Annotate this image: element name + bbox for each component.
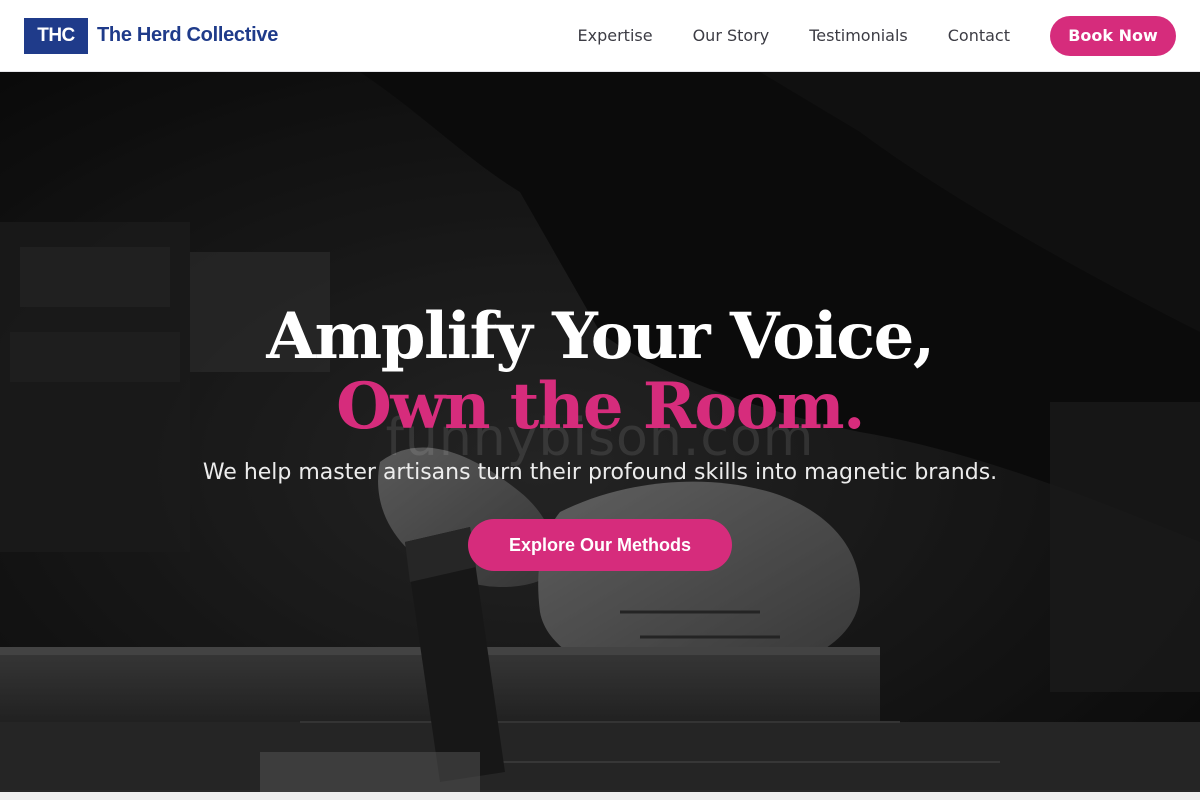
hero-title: Amplify Your Voice, Own the Room. [0, 302, 1200, 442]
hero-subtitle: We help master artisans turn their profo… [202, 460, 998, 485]
site-header: THC The Herd Collective Expertise Our St… [0, 0, 1200, 72]
hero-content: Amplify Your Voice, Own the Room. We hel… [0, 302, 1200, 571]
explore-methods-button[interactable]: Explore Our Methods [468, 519, 732, 571]
logo-badge[interactable]: THC [24, 17, 88, 54]
nav-link-expertise[interactable]: Expertise [578, 26, 653, 45]
book-now-button[interactable]: Book Now [1050, 15, 1176, 56]
brand-name[interactable]: The Herd Collective [97, 24, 278, 47]
hero-section: funnybison.com Amplify Your Voice, Own t… [0, 72, 1200, 792]
nav-link-our-story[interactable]: Our Story [693, 26, 770, 45]
nav-link-testimonials[interactable]: Testimonials [809, 26, 908, 45]
nav-link-contact[interactable]: Contact [948, 26, 1010, 45]
main-nav: Expertise Our Story Testimonials Contact… [578, 15, 1176, 56]
next-section-edge [0, 792, 1200, 800]
hero-title-line-1: Amplify Your Voice, [266, 299, 935, 374]
hero-title-line-2: Own the Room. [336, 369, 865, 444]
brand[interactable]: THC The Herd Collective [24, 17, 278, 54]
